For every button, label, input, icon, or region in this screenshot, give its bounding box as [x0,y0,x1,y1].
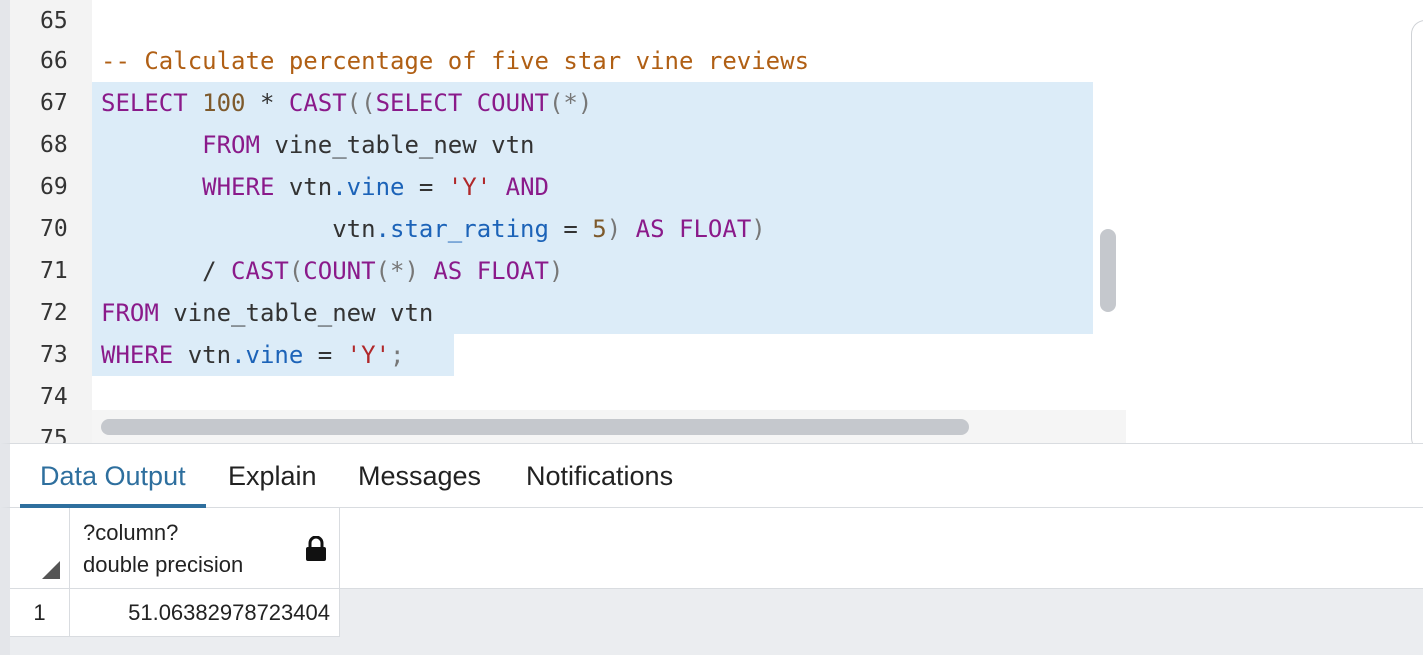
table-alias: vtn [288,173,333,201]
select-all-triangle-icon[interactable] [42,561,60,579]
kw-cast: CAST [288,89,347,117]
kw-from: FROM [202,131,260,159]
tab-data-output[interactable]: Data Output [20,444,206,508]
number: 5 [592,215,607,243]
tab-explain[interactable]: Explain [208,444,337,508]
table-name: vine_table_new [173,299,376,327]
column-name: ?column? [83,520,179,545]
kw-as: AS [433,257,463,285]
code-line-68: FROM vine_table_new vtn [101,124,535,166]
tab-notifications[interactable]: Notifications [506,444,693,508]
tab-messages[interactable]: Messages [338,444,501,508]
string-literal: 'Y' [447,173,492,201]
code-line-67: SELECT 100 * CAST((SELECT COUNT(*) [101,89,593,117]
column-ref: .vine [231,341,304,369]
line-number: 66 [40,48,68,74]
lock-icon [306,536,326,561]
table-alias: vtn [390,299,434,327]
row-number: 1 [10,589,70,637]
kw-and: AND [505,173,549,201]
side-drawer-edge[interactable] [1411,20,1423,452]
select-all-cell[interactable] [10,508,70,588]
line-number: 71 [40,258,68,284]
query-editor[interactable]: 65 66 67 68 69 70 71 72 73 74 75 -- Calc… [0,0,1126,443]
kw-count: COUNT [303,257,376,285]
line-number: 72 [40,300,68,326]
code-line-70: vtn.star_rating = 5) AS FLOAT) [332,215,766,243]
table-name: vine_table_new [274,131,477,159]
line-number: 65 [40,8,68,34]
side-panel [1126,0,1423,443]
kw-float: FLOAT [679,215,752,243]
code-line-72: FROM vine_table_new vtn [101,292,433,334]
column-ref: .star_rating [375,215,549,243]
line-number: 74 [40,384,68,410]
line-number: 69 [40,174,68,200]
number: 100 [202,89,246,117]
result-cell[interactable]: 51.06382978723404 [70,589,330,637]
code-line-66: -- Calculate percentage of five star vin… [101,40,809,82]
kw-count: COUNT [476,89,549,117]
kw-float: FLOAT [476,257,549,285]
code-area[interactable]: -- Calculate percentage of five star vin… [92,0,1093,410]
horizontal-scrollbar[interactable] [101,419,969,435]
code-line-71: / CAST(COUNT(*) AS FLOAT) [101,257,564,285]
line-number: 75 [40,426,68,443]
kw-where: WHERE [101,341,174,369]
line-number: 67 [40,90,68,116]
line-number-gutter: 65 66 67 68 69 70 71 72 73 74 75 [0,0,92,443]
kw-where: WHERE [202,173,275,201]
output-tabs: Data Output Explain Messages Notificatio… [0,443,1423,508]
vertical-scrollbar[interactable] [1100,229,1116,312]
code-line-69: WHERE vtn.vine = 'Y' AND [202,173,549,201]
kw-as: AS [635,215,665,243]
table-alias: vtn [332,215,376,243]
code-line-73: WHERE vtn.vine = 'Y'; [101,341,405,369]
kw-select: SELECT [101,89,188,117]
string-literal: 'Y' [346,341,391,369]
kw-select: SELECT [375,89,463,117]
line-number: 68 [40,132,68,158]
line-number: 73 [40,342,68,368]
editor-right-margin [1093,0,1126,410]
sql-comment: -- Calculate percentage of five star vin… [101,47,810,75]
line-number: 70 [40,216,68,242]
kw-from: FROM [101,299,159,327]
table-alias: vtn [491,131,535,159]
column-ref: .vine [332,173,405,201]
column-type: double precision [83,552,244,577]
kw-cast: CAST [231,257,289,285]
table-alias: vtn [187,341,232,369]
